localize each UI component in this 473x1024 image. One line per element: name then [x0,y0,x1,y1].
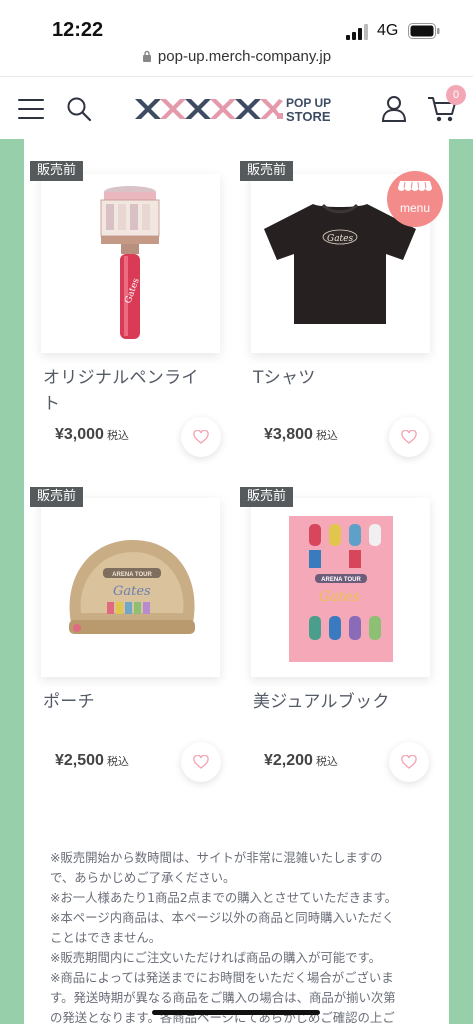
pouch-logo-text: Gates [113,584,151,599]
pouch-illustration: ARENA TOUR Gates [69,540,195,634]
note-line: で、あらかじめご了承ください。 [50,870,236,885]
site-logo[interactable]: POP UP STORE [133,93,343,125]
favorite-button[interactable] [389,417,429,457]
product-card[interactable]: Gates オリジナルペンライ ト [41,174,223,417]
penlight-illustration: Gates [100,186,160,339]
product-price: ¥2,200 税込 [264,752,338,769]
product-name[interactable]: 美ジュアルブック [251,689,433,715]
side-panel-left [0,139,24,1024]
product-card[interactable]: ARENA TOUR Gates ポーチ [41,498,223,715]
favorite-button[interactable] [181,742,221,782]
tshirt-logo-text: Gates [327,234,353,244]
product-name[interactable]: Tシャツ [251,365,433,391]
product-price: ¥3,000 税込 [55,426,129,443]
purchase-notes: ※販売開始から数時間は、サイトが非常に混雑いたしますの で、あらかじめご了承くだ… [50,848,430,1024]
heart-icon [401,755,417,769]
book-tour-text: ARENA TOUR [321,577,361,583]
heart-icon [193,430,209,444]
status-badge: 販売前 [30,487,84,507]
product-name[interactable]: オリジナルペンライ ト [41,365,223,417]
product-price: ¥2,500 税込 [55,752,129,769]
product-image-pouch[interactable]: ARENA TOUR Gates [41,498,220,677]
heart-icon [193,755,209,769]
home-indicator[interactable] [152,1010,320,1015]
url-text: pop-up.merch-company.jp [157,48,332,65]
site-header: POP UP STORE [0,76,473,138]
note-line: す。発送時期が異なる商品をご購入の場合は、商品が揃い次第 [50,990,396,1005]
book-logo-text: Gates [319,589,360,605]
status-time: 12:22 [52,19,104,41]
product-name[interactable]: ポーチ [41,689,223,715]
note-line: ※販売開始から数時間は、サイトが非常に混雑いたしますの [50,850,383,865]
product-image-penlight[interactable]: Gates [41,174,220,353]
book-illustration: ARENA TOUR Gates [289,516,393,662]
user-account-icon[interactable] [381,95,407,122]
logo-text: POP UP STORE [286,96,332,124]
note-line: ことはできません。 [50,930,162,945]
heart-icon [401,430,417,444]
battery-icon [408,23,440,39]
pouch-tour-text: ARENA TOUR [112,572,152,578]
page: 12:22 4G pop-up.merch-company.jp POP UP … [0,0,473,1024]
status-badge: 販売前 [240,487,294,507]
product-image-book[interactable]: ARENA TOUR Gates [251,498,430,677]
side-panel-right [449,139,473,1024]
product-price: ¥3,800 税込 [264,426,338,443]
lock-icon [142,50,151,62]
floating-menu-button[interactable]: menu [387,171,443,227]
status-badge: 販売前 [240,161,294,181]
address-bar[interactable]: pop-up.merch-company.jp [0,48,473,74]
note-line: ※販売期間内にご注文いただければ商品の購入が可能です。 [50,950,382,965]
note-line: ※本ページ内商品は、本ページ以外の商品と同時購入いただく [50,910,395,925]
cart-count-badge[interactable]: 0 [446,85,466,105]
logo-mark-icon [135,99,283,119]
network-type: 4G [377,22,399,39]
product-card[interactable]: ARENA TOUR Gates 美ジュアルブック [251,498,433,715]
signal-icon [346,24,368,40]
hamburger-menu-icon[interactable] [18,99,44,119]
note-line: ※商品によっては発送までにお時間をいただく場合がございま [50,970,394,985]
menu-button-label: menu [399,201,431,215]
shop-awning-icon [398,181,432,191]
search-icon[interactable] [66,96,92,122]
favorite-button[interactable] [389,742,429,782]
favorite-button[interactable] [181,417,221,457]
note-line: ※お一人様あたり1商品2点までの購入とさせていただきます。 [50,890,398,905]
status-badge: 販売前 [30,161,84,181]
